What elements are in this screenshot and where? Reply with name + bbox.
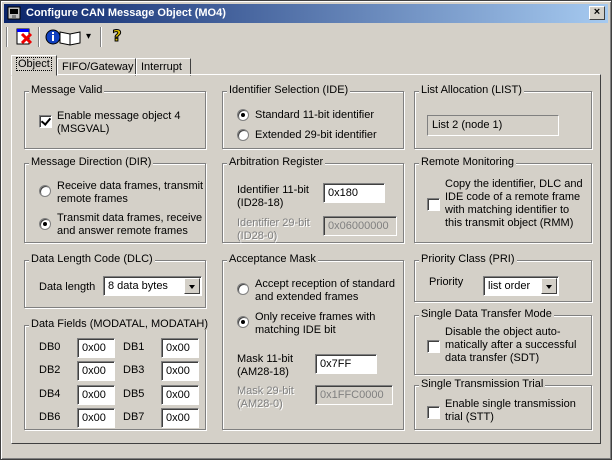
rmm-checkbox[interactable] xyxy=(427,198,440,211)
mask-match-ide-label[interactable]: Only receive frames with matching IDE bi… xyxy=(255,311,375,337)
dropdown-arrow-icon[interactable]: ▾ xyxy=(86,26,98,48)
group-message-valid: Message Valid Enable message object 4 (M… xyxy=(24,84,206,149)
info-book-button[interactable] xyxy=(44,26,84,48)
chevron-down-icon[interactable] xyxy=(184,278,200,294)
db4-input[interactable]: 0x00 xyxy=(77,385,115,405)
tab-label: Interrupt xyxy=(141,61,182,73)
mask-accept-all-label[interactable]: Accept reception of standard and extende… xyxy=(255,278,395,304)
msgval-checkbox[interactable] xyxy=(39,115,52,128)
data-length-label: Data length xyxy=(39,281,96,293)
group-data-fields: Data Fields (MODATAL, MODATAH) DB0 0x00 … xyxy=(24,318,211,430)
stt-checkbox[interactable] xyxy=(427,406,440,419)
group-legend: List Allocation (LIST) xyxy=(419,84,524,96)
mask-11bit-label: Mask 11-bit (AM28-18) xyxy=(237,353,294,378)
group-legend: Remote Monitoring xyxy=(419,156,516,168)
close-document-icon xyxy=(16,28,33,45)
sdt-label[interactable]: Disable the object auto- matically after… xyxy=(445,326,576,365)
close-button[interactable]: × xyxy=(589,6,605,20)
group-legend: Message Valid xyxy=(29,84,105,96)
group-identifier-selection: Identifier Selection (IDE) Standard 11-b… xyxy=(222,84,404,149)
toolbar: ▾ ? xyxy=(4,23,608,51)
sdt-checkbox[interactable] xyxy=(427,340,440,353)
group-single-data-transfer: Single Data Transfer Mode Disable the ob… xyxy=(414,308,592,375)
group-remote-monitoring: Remote Monitoring Copy the identifier, D… xyxy=(414,156,592,243)
group-legend: Single Data Transfer Mode xyxy=(419,308,554,320)
dir-transmit-radio[interactable] xyxy=(39,218,51,230)
group-legend: Priority Class (PRI) xyxy=(419,253,517,265)
db5-label: DB5 xyxy=(123,388,145,400)
msgval-label[interactable]: Enable message object 4 (MSGVAL) xyxy=(57,110,181,136)
stt-label[interactable]: Enable single transmission trial (STT) xyxy=(445,398,576,424)
identifier-11bit-label: Identifier 11-bit (ID28-18) xyxy=(237,184,309,209)
priority-label: Priority xyxy=(429,276,464,288)
group-legend: Message Direction (DIR) xyxy=(29,156,154,168)
window-title: Configure CAN Message Object (MO4) xyxy=(26,7,226,19)
mask-accept-all-radio[interactable] xyxy=(237,283,249,295)
db7-label: DB7 xyxy=(123,411,145,423)
help-icon[interactable]: ? xyxy=(106,26,128,48)
can-app-icon xyxy=(7,6,21,20)
db0-label: DB0 xyxy=(39,341,61,353)
group-legend: Arbitration Register xyxy=(227,156,326,168)
toolbar-separator xyxy=(6,27,8,47)
group-list-allocation: List Allocation (LIST) List 2 (node 1) xyxy=(414,84,592,149)
ide-standard-label[interactable]: Standard 11-bit identifier xyxy=(255,109,374,122)
group-single-transmission-trial: Single Transmission Trial Enable single … xyxy=(414,378,592,430)
group-legend: Data Length Code (DLC) xyxy=(29,253,155,265)
group-acceptance-mask: Acceptance Mask Accept reception of stan… xyxy=(222,253,404,430)
dir-receive-radio[interactable] xyxy=(39,185,51,197)
ide-standard-radio[interactable] xyxy=(237,109,249,121)
dialog-window: Configure CAN Message Object (MO4) × ▾ ?… xyxy=(0,0,612,460)
group-legend: Acceptance Mask xyxy=(227,253,318,265)
db7-input[interactable]: 0x00 xyxy=(161,408,199,428)
group-priority-class: Priority Class (PRI) Priority list order xyxy=(414,253,592,302)
db3-label: DB3 xyxy=(123,364,145,376)
tab-label: Object xyxy=(16,57,52,71)
identifier-29bit-input[interactable]: 0x06000000 xyxy=(323,216,397,236)
toolbar-separator xyxy=(38,27,40,47)
toolbar-separator xyxy=(100,27,102,47)
priority-select[interactable]: list order xyxy=(483,276,559,296)
group-data-length-code: Data Length Code (DLC) Data length 8 dat… xyxy=(24,253,206,308)
group-message-direction: Message Direction (DIR) Receive data fra… xyxy=(24,156,206,243)
identifier-29bit-label: Identifier 29-bit (ID28-0) xyxy=(237,217,310,242)
info-book-icon xyxy=(45,29,81,46)
dir-transmit-label[interactable]: Transmit data frames, receive and answer… xyxy=(57,212,202,238)
tab-label: FIFO/Gateway xyxy=(62,61,134,73)
rmm-label[interactable]: Copy the identifier, DLC and IDE code of… xyxy=(445,178,583,230)
tab-object[interactable]: Object xyxy=(11,55,57,76)
mask-29bit-label: Mask 29-bit (AM28-0) xyxy=(237,385,294,410)
group-arbitration-register: Arbitration Register Identifier 11-bit (… xyxy=(222,156,404,243)
ide-extended-radio[interactable] xyxy=(237,129,249,141)
db5-input[interactable]: 0x00 xyxy=(161,385,199,405)
dir-receive-label[interactable]: Receive data frames, transmit remote fra… xyxy=(57,180,203,206)
priority-value: list order xyxy=(488,280,531,292)
db3-input[interactable]: 0x00 xyxy=(161,361,199,381)
db6-label: DB6 xyxy=(39,411,61,423)
db1-label: DB1 xyxy=(123,341,145,353)
mask-match-ide-radio[interactable] xyxy=(237,316,249,328)
db1-input[interactable]: 0x00 xyxy=(161,338,199,358)
group-legend: Identifier Selection (IDE) xyxy=(227,84,351,96)
db0-input[interactable]: 0x00 xyxy=(77,338,115,358)
db6-input[interactable]: 0x00 xyxy=(77,408,115,428)
close-dialog-button[interactable] xyxy=(12,26,36,48)
tab-panel: Message Valid Enable message object 4 (M… xyxy=(11,74,601,444)
identifier-11bit-input[interactable]: 0x180 xyxy=(323,183,385,203)
list-allocation-value: List 2 (node 1) xyxy=(427,115,559,136)
db2-input[interactable]: 0x00 xyxy=(77,361,115,381)
group-legend: Data Fields (MODATAL, MODATAH) xyxy=(29,318,211,330)
chevron-down-icon[interactable] xyxy=(541,278,557,294)
db4-label: DB4 xyxy=(39,388,61,400)
data-length-select[interactable]: 8 data bytes xyxy=(103,276,202,296)
data-length-value: 8 data bytes xyxy=(108,280,168,292)
ide-extended-label[interactable]: Extended 29-bit identifier xyxy=(255,129,377,142)
group-legend: Single Transmission Trial xyxy=(419,378,546,390)
title-bar[interactable]: Configure CAN Message Object (MO4) × xyxy=(4,4,608,23)
db2-label: DB2 xyxy=(39,364,61,376)
mask-11bit-input[interactable]: 0x7FF xyxy=(315,354,377,374)
mask-29bit-input[interactable]: 0x1FFC0000 xyxy=(315,385,393,405)
